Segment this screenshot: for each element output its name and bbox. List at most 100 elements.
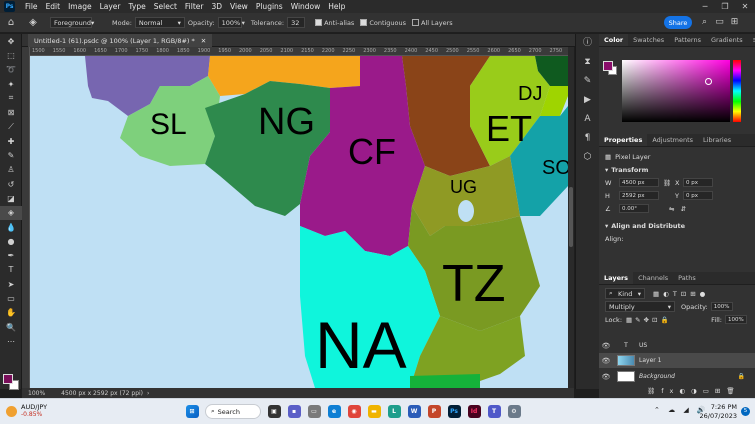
flip-vertical-icon[interactable]: ⇵ xyxy=(680,205,685,213)
color-field[interactable] xyxy=(622,60,730,122)
flip-horizontal-icon[interactable]: ⇋ xyxy=(669,205,674,213)
fill-source-dropdown[interactable]: Foreground ▾ xyxy=(50,17,94,28)
notification-badge[interactable]: 5 xyxy=(741,407,750,416)
menu-type[interactable]: Type xyxy=(125,2,150,11)
window-icon[interactable]: ▭ xyxy=(307,405,321,418)
menu-file[interactable]: File xyxy=(21,2,42,11)
menu-image[interactable]: Image xyxy=(64,2,96,11)
word-icon[interactable]: W xyxy=(407,405,421,418)
eye-icon[interactable]: 👁 xyxy=(599,342,613,350)
minimize-icon[interactable]: ─ xyxy=(695,0,715,13)
start-icon[interactable]: ⊞ xyxy=(185,405,199,418)
menu-select[interactable]: Select xyxy=(150,2,181,11)
menu-view[interactable]: View xyxy=(226,2,252,11)
zoom-tool-icon[interactable]: 🔍 xyxy=(0,320,22,334)
layer-row-us[interactable]: 👁 T US xyxy=(599,338,755,353)
menu-help[interactable]: Help xyxy=(324,2,349,11)
more-tools-icon[interactable]: ⋯ xyxy=(0,334,22,348)
menu-3d[interactable]: 3D xyxy=(207,2,226,11)
document-tab[interactable]: Untitled-1 (61).psdc @ 100% (Layer 1, RG… xyxy=(28,34,213,47)
dodge-tool-icon[interactable]: ● xyxy=(0,234,22,248)
photoshop-taskbar-icon[interactable]: Ps xyxy=(447,405,461,418)
rectangle-tool-icon[interactable]: ▭ xyxy=(0,291,22,305)
clone-stamp-icon[interactable]: ♙ xyxy=(0,163,22,177)
home-icon[interactable]: ⌂ xyxy=(4,16,18,30)
app-l-icon[interactable]: L xyxy=(387,405,401,418)
transform-header[interactable]: ▾ Transform xyxy=(599,163,755,176)
crop-tool-icon[interactable]: ⌗ xyxy=(0,91,22,105)
chevron-down-icon[interactable]: ▾ xyxy=(242,19,245,27)
zoom-level[interactable]: 100% xyxy=(28,390,45,397)
antialias-checkbox[interactable]: Anti-alias xyxy=(315,19,354,27)
chevron-right-icon[interactable]: › xyxy=(147,390,149,397)
magic-wand-icon[interactable]: ✦ xyxy=(0,77,22,91)
marquee-tool-icon[interactable]: ⬚ xyxy=(0,48,22,62)
menu-plugins[interactable]: Plugins xyxy=(252,2,287,11)
hue-slider[interactable] xyxy=(733,60,741,122)
file-explorer-icon[interactable]: ▬ xyxy=(367,405,381,418)
width-field[interactable]: 4500 px xyxy=(619,178,659,187)
frame-tool-icon[interactable]: ⊠ xyxy=(0,105,22,119)
tab-layers[interactable]: Layers xyxy=(599,272,634,284)
chrome-icon[interactable]: ◉ xyxy=(347,405,361,418)
x-field[interactable]: 0 px xyxy=(683,178,713,187)
foreground-color-swatch[interactable] xyxy=(3,374,13,384)
fill-field[interactable]: 100% xyxy=(725,315,747,324)
foreground-color-swatch[interactable] xyxy=(603,61,613,71)
tab-properties[interactable]: Properties xyxy=(599,134,648,146)
tolerance-field[interactable]: 32 xyxy=(287,17,306,28)
eye-icon[interactable]: 👁 xyxy=(599,373,613,381)
arrange-icon[interactable]: ⊞ xyxy=(727,16,742,29)
canvas-scrollbar[interactable] xyxy=(568,47,574,388)
move-tool-icon[interactable]: ✥ xyxy=(0,34,22,48)
close-icon[interactable]: ✕ xyxy=(735,0,755,13)
layer-row-background[interactable]: 👁 Background 🔒 xyxy=(599,369,755,384)
eye-icon[interactable]: 👁 xyxy=(599,357,613,365)
workspace-icon[interactable]: ▭ xyxy=(712,16,727,29)
tab-patterns[interactable]: Patterns xyxy=(669,34,706,46)
clock[interactable]: 7:26 PM 26/07/2023 xyxy=(700,403,737,421)
hand-tool-icon[interactable]: ✋ xyxy=(0,306,22,320)
3d-icon[interactable]: ⬡ xyxy=(576,148,599,167)
tab-paths[interactable]: Paths xyxy=(673,272,701,284)
powerpoint-icon[interactable]: P xyxy=(427,405,441,418)
settings-icon[interactable]: ⚙ xyxy=(507,405,521,418)
maximize-icon[interactable]: ❐ xyxy=(715,0,735,13)
history-icon[interactable]: ⧗ xyxy=(576,53,599,72)
pen-tool-icon[interactable]: ✒ xyxy=(0,248,22,262)
mode-dropdown[interactable]: Normal ▾ xyxy=(134,17,185,28)
panel-menu-icon[interactable]: ≡ xyxy=(748,34,755,46)
healing-brush-icon[interactable]: ✚ xyxy=(0,134,22,148)
opacity-field[interactable]: 100% xyxy=(217,17,242,28)
layer-row-layer1[interactable]: 👁 Layer 1 xyxy=(599,353,755,368)
info-icon[interactable]: ⓘ xyxy=(576,34,599,53)
layer-actions[interactable]: ⛓fx◐◑▭⊞🗑 xyxy=(641,384,741,397)
blend-mode-dropdown[interactable]: Multiply ▾ xyxy=(605,301,675,312)
scrollbar-thumb[interactable] xyxy=(569,187,573,247)
character-icon[interactable]: A xyxy=(576,110,599,129)
align-header[interactable]: ▾ Align and Distribute xyxy=(599,219,755,232)
paragraph-icon[interactable]: ¶ xyxy=(576,129,599,148)
lasso-tool-icon[interactable]: ➰ xyxy=(0,63,22,77)
taskbar-search[interactable]: ⌕ Search xyxy=(205,404,261,419)
eyedropper-tool-icon[interactable]: ⟋ xyxy=(0,120,22,134)
teams-icon[interactable]: T xyxy=(487,405,501,418)
contiguous-checkbox[interactable]: Contiguous xyxy=(360,19,406,27)
tab-color[interactable]: Color xyxy=(599,34,629,46)
brush-tool-icon[interactable]: ✎ xyxy=(0,148,22,162)
widgets-ticker[interactable]: AUD/JPY -0.85% xyxy=(6,403,47,419)
photoshop-logo-icon[interactable]: Ps xyxy=(4,1,15,12)
document-canvas[interactable]: SL NG CF ET DJ SO UG TZ NA xyxy=(30,56,568,388)
angle-field[interactable]: 0.00° xyxy=(619,204,649,213)
menu-layer[interactable]: Layer xyxy=(96,2,125,11)
history-brush-icon[interactable]: ↺ xyxy=(0,177,22,191)
layer-opacity-field[interactable]: 100% xyxy=(710,302,733,311)
lock-icons[interactable]: ▦✎✥⊡🔒 xyxy=(626,316,672,324)
eraser-tool-icon[interactable]: ◪ xyxy=(0,191,22,205)
tab-libraries[interactable]: Libraries xyxy=(698,134,736,146)
menu-filter[interactable]: Filter xyxy=(181,2,208,11)
task-view-icon[interactable]: ▣ xyxy=(267,405,281,418)
share-button[interactable]: Share xyxy=(664,16,692,29)
edge-icon[interactable]: e xyxy=(327,405,341,418)
tab-swatches[interactable]: Swatches xyxy=(628,34,669,46)
